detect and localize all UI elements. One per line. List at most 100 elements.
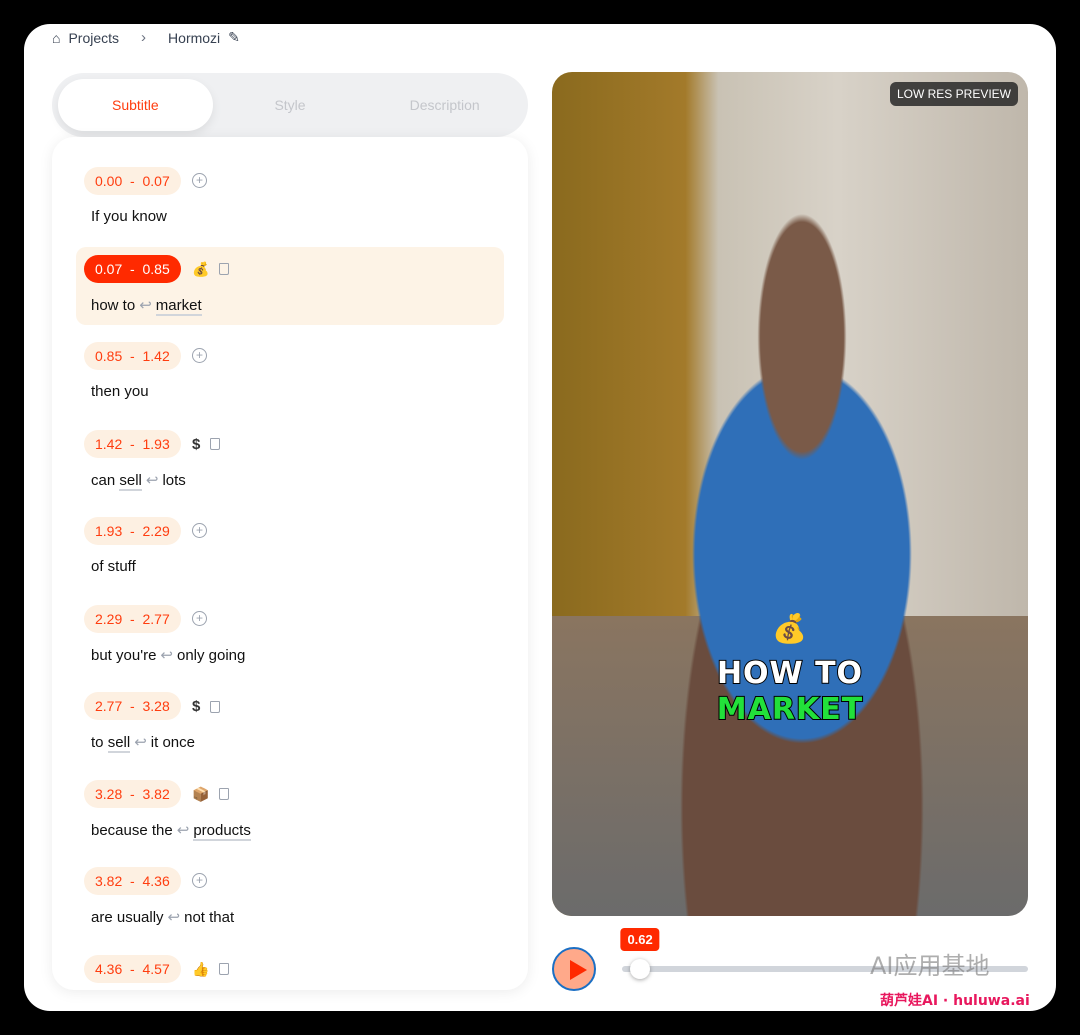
subtitle-list[interactable]: 0.00 - 0.07 + If you know 0.07 - 0.85 💰 how t… <box>52 137 528 990</box>
subtitle-segment[interactable]: 3.28 - 3.82 📦 because the ↩ products <box>76 772 504 850</box>
segment-text[interactable]: to sell ↩ it once <box>91 733 195 753</box>
subtitle-segment[interactable]: 2.77 - 3.28 $ to sell ↩ it once <box>76 684 504 762</box>
tab-style[interactable]: Style <box>213 79 368 131</box>
caption-word: because the <box>91 821 173 839</box>
segment-text[interactable]: but you're ↩ only going <box>91 646 245 664</box>
range-separator: - <box>122 173 143 189</box>
slider-thumb[interactable] <box>630 959 651 979</box>
time-range-chip[interactable]: 3.28 - 3.82 <box>84 779 181 808</box>
trash-icon[interactable] <box>210 700 221 713</box>
video-preview[interactable]: LOW RES PREVIEW 💰 HOW TO MARKET <box>552 72 1028 916</box>
end-time: 3.28 <box>142 698 170 714</box>
tab-description[interactable]: Description <box>367 79 522 131</box>
segment-text[interactable]: how to ↩ market <box>91 296 202 316</box>
end-time: 4.57 <box>142 960 170 977</box>
tab-subtitle[interactable]: Subtitle <box>58 79 213 131</box>
breadcrumb-project-name: Hormozi <box>168 29 221 46</box>
subtitle-segment[interactable]: 1.42 - 1.93 $ can sell ↩ lots <box>76 422 504 500</box>
caption-word: not that <box>184 909 235 926</box>
segment-text[interactable]: because the ↩ products <box>91 821 251 841</box>
time-range-chip[interactable]: 0.07 - 0.85 <box>84 254 181 283</box>
tab-bar: Subtitle Style Description <box>52 73 528 137</box>
end-time: 3.82 <box>142 785 170 802</box>
emoji-icon[interactable]: $ <box>192 436 200 453</box>
range-separator: - <box>122 260 143 277</box>
segment-text[interactable]: If you know <box>91 208 167 225</box>
trash-icon[interactable] <box>219 963 230 975</box>
start-time: 4.36 <box>95 960 123 977</box>
emoji-icon[interactable]: 💰 <box>192 261 209 278</box>
time-range-chip[interactable]: 2.77 - 3.28 <box>84 692 181 720</box>
line-break-icon[interactable]: ↩ <box>134 734 147 751</box>
range-separator: - <box>122 698 143 714</box>
end-time: 4.36 <box>142 873 170 889</box>
trash-icon[interactable] <box>210 438 221 450</box>
time-range-chip[interactable]: 4.36 - 4.57 <box>84 954 181 983</box>
line-break-icon[interactable]: ↩ <box>168 909 181 926</box>
pencil-icon[interactable]: ✎ <box>228 29 240 46</box>
segment-text[interactable]: then you <box>91 383 149 400</box>
subtitle-segment[interactable]: 2.29 - 2.77 + but you're ↩ only going <box>76 597 504 675</box>
start-time: 2.29 <box>95 610 123 627</box>
breadcrumb: ⌂ Projects › Hormozi ✎ <box>52 29 240 46</box>
add-emoji-icon[interactable]: + <box>192 173 207 188</box>
subtitle-segment[interactable]: 0.85 - 1.42 + then you <box>76 334 504 412</box>
keyword-word: market <box>155 296 202 316</box>
low-res-badge: LOW RES PREVIEW <box>889 82 1018 106</box>
watermark-text: AI应用基地 <box>870 952 990 980</box>
add-emoji-icon[interactable]: + <box>192 523 207 538</box>
add-emoji-icon[interactable]: + <box>192 873 207 888</box>
end-time: 1.42 <box>142 348 170 364</box>
trash-icon[interactable] <box>219 788 230 800</box>
caption-word: only going <box>176 646 246 664</box>
range-separator: - <box>122 785 143 802</box>
emoji-icon[interactable]: 📦 <box>192 786 209 803</box>
segment-actions: + <box>192 873 207 888</box>
time-range-chip[interactable]: 2.29 - 2.77 <box>84 604 181 633</box>
time-range-chip[interactable]: 0.85 - 1.42 <box>84 342 181 370</box>
line-break-icon[interactable]: ↩ <box>139 297 152 314</box>
start-time: 1.93 <box>95 523 123 539</box>
keyword-word: sell <box>119 471 142 491</box>
segment-actions: 📦 <box>192 786 230 803</box>
caption-word: If you know <box>91 208 167 225</box>
segment-actions: + <box>192 523 207 538</box>
time-range-chip[interactable]: 0.00 - 0.07 <box>84 167 181 195</box>
segment-actions: $ <box>192 698 221 715</box>
trash-icon[interactable] <box>219 263 230 275</box>
segment-text[interactable]: can sell ↩ lots <box>91 471 186 491</box>
line-break-icon[interactable]: ↩ <box>146 472 159 489</box>
line-break-icon[interactable]: ↩ <box>177 822 190 839</box>
line-break-icon[interactable]: ↩ <box>160 647 173 664</box>
subtitle-segment[interactable]: 1.93 - 2.29 + of stuff <box>76 509 504 587</box>
emoji-icon[interactable]: 👍 <box>192 961 209 978</box>
emoji-icon[interactable]: $ <box>192 698 200 715</box>
caption-word: it once <box>150 734 195 751</box>
caption-word: can <box>91 471 120 489</box>
segment-text[interactable]: of stuff <box>91 558 136 575</box>
start-time: 3.28 <box>95 785 123 802</box>
subtitle-segment[interactable]: 0.07 - 0.85 💰 how to ↩ market <box>76 246 504 325</box>
range-separator: - <box>122 610 143 627</box>
segment-actions: 👍 <box>192 961 230 978</box>
editor-window: ⌂ Projects › Hormozi ✎ Subtitle Style De… <box>24 24 1056 1011</box>
end-time: 0.85 <box>142 260 170 277</box>
add-emoji-icon[interactable]: + <box>192 348 207 363</box>
time-range-chip[interactable]: 1.42 - 1.93 <box>84 429 181 458</box>
end-time: 2.77 <box>142 610 170 627</box>
caption-line-2: MARKET <box>716 691 864 728</box>
home-icon[interactable]: ⌂ <box>52 30 60 46</box>
caption-word: are usually <box>91 909 164 926</box>
time-range-chip[interactable]: 3.82 - 4.36 <box>84 867 181 895</box>
add-emoji-icon[interactable]: + <box>192 610 207 626</box>
keyword-word: products <box>193 821 251 841</box>
subtitle-segment[interactable]: 0.00 - 0.07 + If you know <box>76 159 504 237</box>
watermark-subtext: 葫芦娃AI · huluwa.ai <box>880 993 1030 1009</box>
time-range-chip[interactable]: 1.93 - 2.29 <box>84 517 181 545</box>
start-time: 0.07 <box>95 260 123 277</box>
subtitle-segment[interactable]: 4.36 - 4.57 👍 <box>76 947 504 991</box>
breadcrumb-projects[interactable]: Projects <box>68 30 119 46</box>
segment-text[interactable]: are usually ↩ not that <box>91 908 234 926</box>
play-button[interactable] <box>552 947 596 991</box>
subtitle-segment[interactable]: 3.82 - 4.36 + are usually ↩ not that <box>76 859 504 937</box>
